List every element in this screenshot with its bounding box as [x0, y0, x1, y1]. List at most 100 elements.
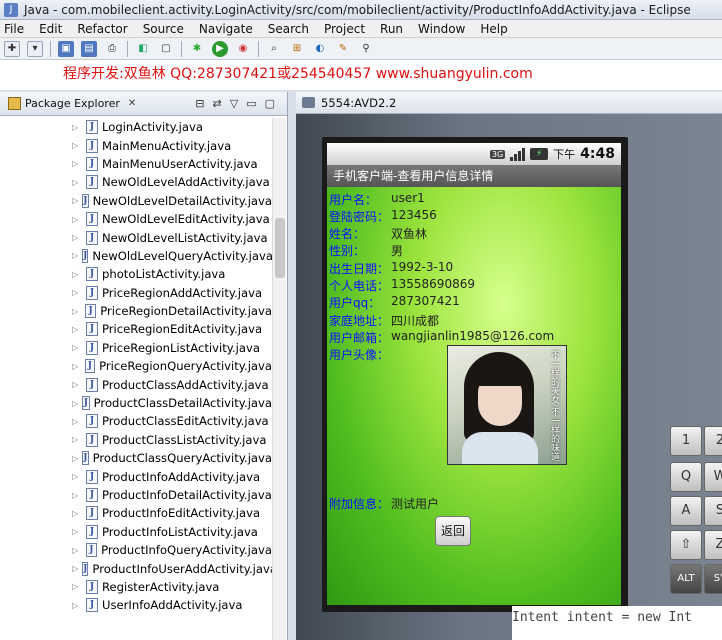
- package-explorer-title[interactable]: Package Explorer: [25, 97, 120, 110]
- tree-item[interactable]: ▷ J ProductInfoListActivity.java: [0, 523, 272, 541]
- expand-arrow-icon[interactable]: ▷: [72, 435, 82, 444]
- tree-item[interactable]: ▷ J UserInfoAddActivity.java: [0, 596, 272, 614]
- new-class-icon[interactable]: ◐: [312, 41, 328, 57]
- scrollbar-thumb[interactable]: [275, 218, 285, 278]
- key-shift[interactable]: ⇧: [670, 530, 702, 560]
- expand-arrow-icon[interactable]: ▷: [72, 233, 82, 242]
- save-icon[interactable]: ▣: [58, 40, 74, 57]
- open-type-icon[interactable]: ⌕: [266, 41, 282, 57]
- maximize-icon[interactable]: ▢: [265, 97, 275, 110]
- tree-item[interactable]: ▷ J ProductClassEditActivity.java: [0, 412, 272, 430]
- expand-arrow-icon[interactable]: ▷: [72, 178, 82, 187]
- tree-item[interactable]: ▷ J ProductInfoDetailActivity.java: [0, 486, 272, 504]
- new-package-icon[interactable]: ⊞: [289, 41, 305, 57]
- expand-arrow-icon[interactable]: ▷: [72, 288, 82, 297]
- tree-item[interactable]: ▷ J PriceRegionAddActivity.java: [0, 284, 272, 302]
- tree-item[interactable]: ▷ J PriceRegionDetailActivity.java: [0, 302, 272, 320]
- tree-scrollbar[interactable]: [272, 118, 286, 640]
- tree-item[interactable]: ▷ J NewOldLevelEditActivity.java: [0, 210, 272, 228]
- key-a[interactable]: A: [670, 496, 702, 526]
- key-q[interactable]: Q: [670, 462, 702, 492]
- minimize-icon[interactable]: ▭: [246, 97, 256, 110]
- expand-arrow-icon[interactable]: ▷: [72, 307, 81, 316]
- expand-arrow-icon[interactable]: ▷: [72, 251, 78, 260]
- expand-arrow-icon[interactable]: ▷: [72, 601, 82, 610]
- tree-item[interactable]: ▷ J MainMenuActivity.java: [0, 136, 272, 154]
- tree-item[interactable]: ▷ J RegisterActivity.java: [0, 578, 272, 596]
- tree-item[interactable]: ▷ J NewOldLevelDetailActivity.java: [0, 192, 272, 210]
- debug-icon[interactable]: ✱: [189, 41, 205, 57]
- print-icon[interactable]: ⎙: [104, 41, 120, 57]
- expand-arrow-icon[interactable]: ▷: [72, 546, 82, 555]
- expand-arrow-icon[interactable]: ▷: [72, 343, 82, 352]
- expand-arrow-icon[interactable]: ▷: [72, 454, 78, 463]
- menu-run[interactable]: Run: [380, 22, 403, 36]
- tree-item[interactable]: ▷ JphotoListActivity.java: [0, 265, 272, 283]
- key-alt[interactable]: ALT: [670, 564, 702, 594]
- expand-arrow-icon[interactable]: ▷: [72, 564, 78, 573]
- tree-item[interactable]: ▷ J PriceRegionEditActivity.java: [0, 320, 272, 338]
- tree-item[interactable]: ▷ J ProductClassAddActivity.java: [0, 375, 272, 393]
- back-button[interactable]: 返回: [435, 516, 471, 546]
- view-menu-icon[interactable]: ▽: [230, 97, 238, 110]
- open-task-icon[interactable]: ✎: [335, 41, 351, 57]
- expand-arrow-icon[interactable]: ▷: [72, 141, 82, 150]
- tree-item[interactable]: ▷ J PriceRegionQueryActivity.java: [0, 357, 272, 375]
- tree-item[interactable]: ▷ J LoginActivity.java: [0, 118, 272, 136]
- menu-navigate[interactable]: Navigate: [199, 22, 253, 36]
- tree-item[interactable]: ▷ J ProductInfoQueryActivity.java: [0, 541, 272, 559]
- expand-arrow-icon[interactable]: ▷: [72, 399, 78, 408]
- collapse-all-icon[interactable]: ⊟: [195, 97, 204, 110]
- expand-arrow-icon[interactable]: ▷: [72, 362, 81, 371]
- expand-arrow-icon[interactable]: ▷: [72, 270, 82, 279]
- key-w[interactable]: W: [704, 462, 722, 492]
- menu-file[interactable]: File: [4, 22, 24, 36]
- expand-arrow-icon[interactable]: ▷: [72, 325, 82, 334]
- avd-manager-icon[interactable]: ▢: [158, 41, 174, 57]
- external-tools-icon[interactable]: ◉: [235, 41, 251, 57]
- menu-help[interactable]: Help: [480, 22, 507, 36]
- expand-arrow-icon[interactable]: ▷: [72, 380, 82, 389]
- expand-arrow-icon[interactable]: ▷: [72, 582, 82, 591]
- close-icon[interactable]: ✕: [128, 98, 136, 109]
- link-editor-icon[interactable]: ⇄: [213, 97, 222, 110]
- tree-item[interactable]: ▷ J ProductClassQueryActivity.java: [0, 449, 272, 467]
- expand-arrow-icon[interactable]: ▷: [72, 123, 82, 132]
- tree-item[interactable]: ▷ J NewOldLevelListActivity.java: [0, 228, 272, 246]
- new-dropdown-icon[interactable]: ▾: [27, 40, 43, 57]
- tree-item[interactable]: ▷ J ProductInfoAddActivity.java: [0, 467, 272, 485]
- key-1[interactable]: 1: [670, 426, 702, 456]
- save-all-icon[interactable]: ▤: [81, 40, 97, 57]
- expand-arrow-icon[interactable]: ▷: [72, 159, 82, 168]
- tree-item[interactable]: ▷ J MainMenuUserActivity.java: [0, 155, 272, 173]
- key-z[interactable]: Z: [704, 530, 722, 560]
- new-icon[interactable]: ✚: [4, 40, 20, 57]
- expand-arrow-icon[interactable]: ▷: [72, 417, 82, 426]
- tree-item[interactable]: ▷ J NewOldLevelQueryActivity.java: [0, 247, 272, 265]
- expand-arrow-icon[interactable]: ▷: [72, 527, 82, 536]
- menu-refactor[interactable]: Refactor: [77, 22, 127, 36]
- key-s[interactable]: S: [704, 496, 722, 526]
- tree-item[interactable]: ▷ J ProductClassListActivity.java: [0, 431, 272, 449]
- tree-item[interactable]: ▷ J NewOldLevelAddActivity.java: [0, 173, 272, 191]
- menu-project[interactable]: Project: [324, 22, 365, 36]
- tree-item[interactable]: ▷ J ProductClassDetailActivity.java: [0, 394, 272, 412]
- expand-arrow-icon[interactable]: ▷: [72, 196, 78, 205]
- search-icon[interactable]: ⚲: [358, 41, 374, 57]
- menu-search[interactable]: Search: [268, 22, 309, 36]
- android-sdk-icon[interactable]: ◧: [135, 41, 151, 57]
- expand-arrow-icon[interactable]: ▷: [72, 472, 82, 481]
- run-icon[interactable]: ▶: [212, 40, 228, 57]
- tree-item[interactable]: ▷ J PriceRegionListActivity.java: [0, 339, 272, 357]
- expand-arrow-icon[interactable]: ▷: [72, 491, 82, 500]
- menu-source[interactable]: Source: [143, 22, 184, 36]
- key-2[interactable]: 2: [704, 426, 722, 456]
- expand-arrow-icon[interactable]: ▷: [72, 509, 82, 518]
- menu-edit[interactable]: Edit: [39, 22, 62, 36]
- tree-item[interactable]: ▷ J ProductInfoEditActivity.java: [0, 504, 272, 522]
- tree-item[interactable]: ▷ J ProductInfoUserAddActivity.java: [0, 559, 272, 577]
- menu-window[interactable]: Window: [418, 22, 465, 36]
- key-sym[interactable]: SY: [704, 564, 722, 594]
- expand-arrow-icon[interactable]: ▷: [72, 215, 82, 224]
- java-file-icon: J: [82, 193, 89, 208]
